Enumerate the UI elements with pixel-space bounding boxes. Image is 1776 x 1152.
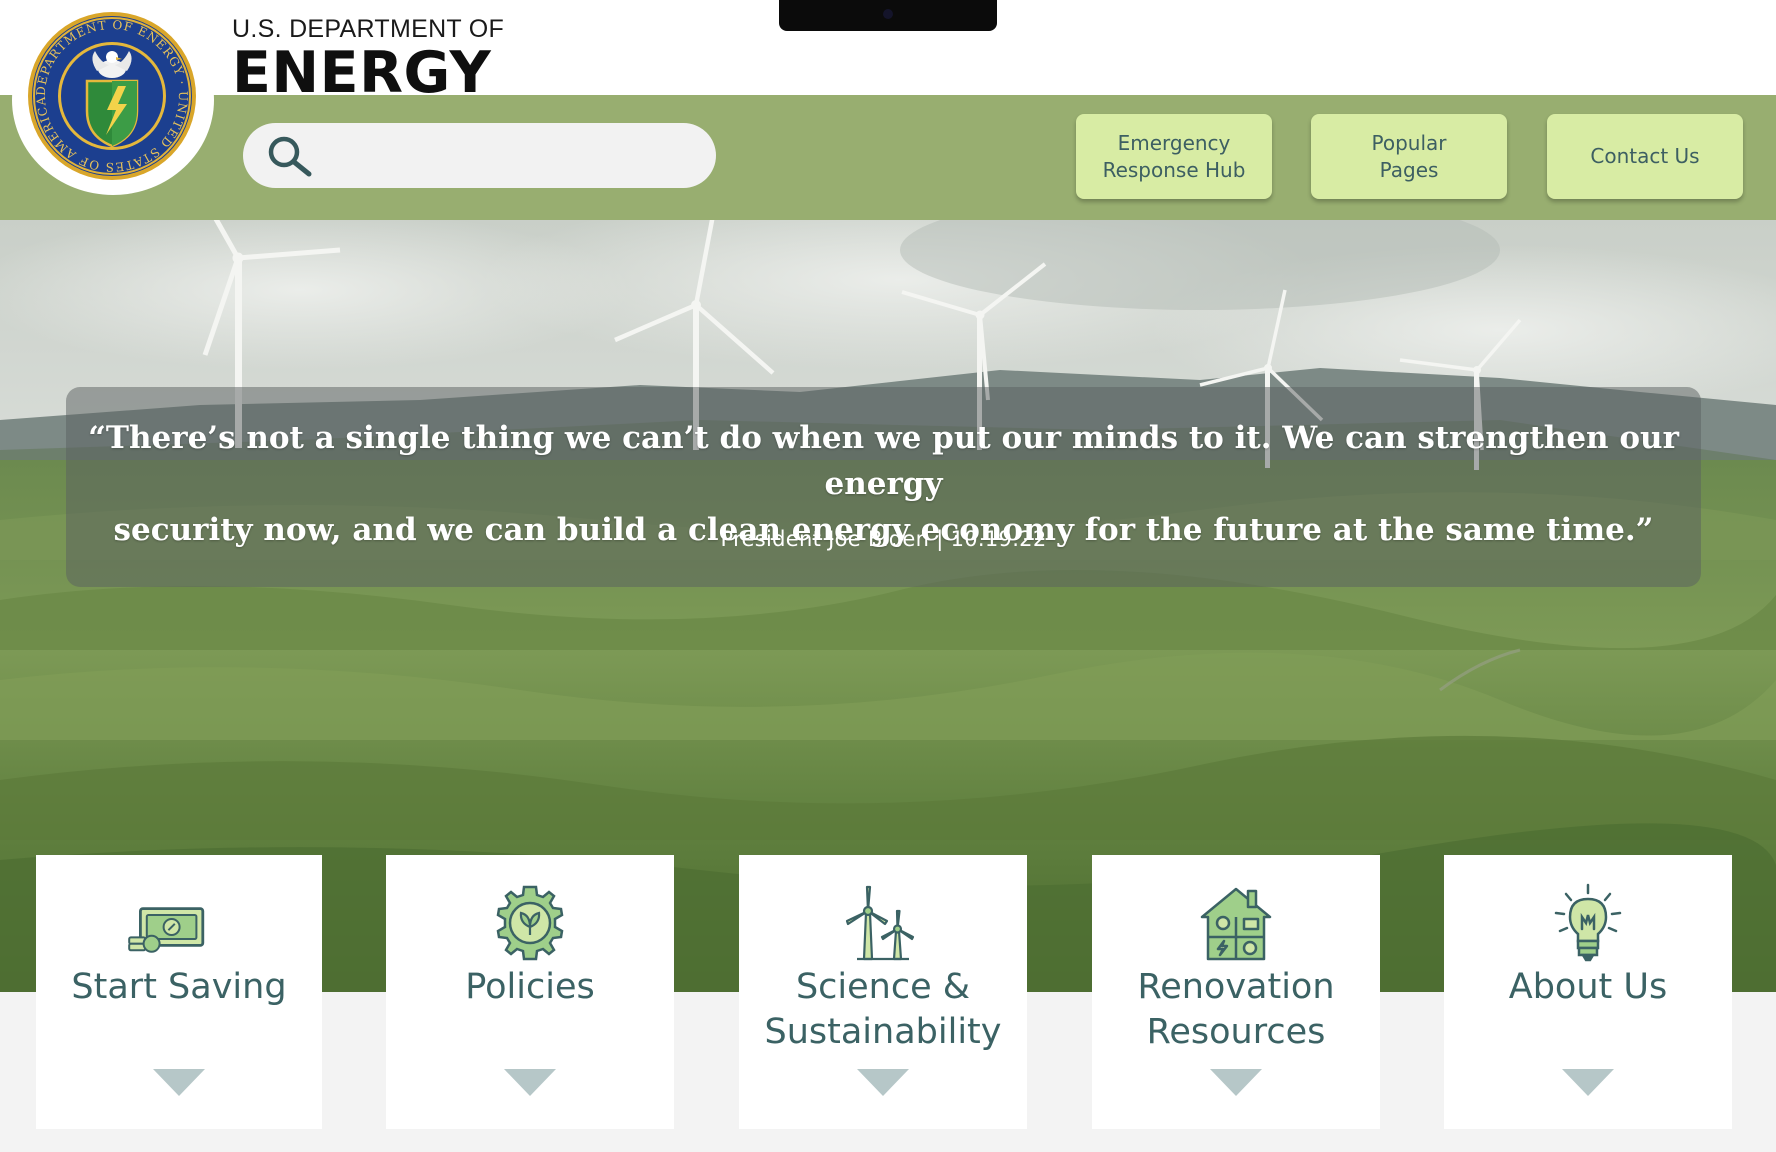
card-title: Start Saving bbox=[71, 967, 287, 1007]
brand-wordmark[interactable]: U.S. DEPARTMENT OF ENERGY bbox=[232, 14, 504, 102]
emergency-response-hub-button[interactable]: Emergency Response Hub bbox=[1076, 114, 1272, 199]
search-icon[interactable] bbox=[265, 135, 315, 177]
card-title-line-2: Sustainability bbox=[764, 1012, 1002, 1052]
popular-pages-button[interactable]: Popular Pages bbox=[1311, 114, 1507, 199]
search-input[interactable] bbox=[243, 123, 716, 188]
card-title-line-1: Science & bbox=[795, 967, 971, 1007]
chevron-down-icon[interactable] bbox=[504, 1069, 556, 1096]
contact-label: Contact Us bbox=[1590, 144, 1700, 168]
card-title-line-2: Resources bbox=[1146, 1012, 1326, 1052]
gear-leaf-icon bbox=[496, 885, 564, 961]
lightbulb-icon bbox=[1554, 883, 1622, 962]
chevron-down-icon[interactable] bbox=[1210, 1069, 1262, 1096]
card-science-sustainability[interactable]: Science & Sustainability bbox=[739, 855, 1027, 1129]
wind-turbine-icon bbox=[845, 885, 915, 961]
card-title-line-1: Renovation bbox=[1137, 967, 1335, 1007]
popular-label-line1: Popular bbox=[1371, 130, 1447, 155]
card-about-us[interactable]: About Us bbox=[1444, 855, 1732, 1129]
doe-seal-logo: DEPARTMENT OF ENERGY · UNITED STATES OF … bbox=[28, 12, 196, 180]
emergency-label-line1: Emergency bbox=[1117, 130, 1231, 155]
page: U.S. DEPARTMENT OF ENERGY Emergency Resp… bbox=[0, 0, 1776, 1152]
nav-bar: Emergency Response Hub Popular Pages Con… bbox=[0, 95, 1776, 220]
card-policies[interactable]: Policies bbox=[386, 855, 674, 1129]
contact-us-button[interactable]: Contact Us bbox=[1547, 114, 1743, 199]
device-notch bbox=[779, 0, 997, 31]
popular-label-line2: Pages bbox=[1379, 157, 1439, 182]
camera-dot bbox=[883, 9, 893, 19]
smart-house-icon bbox=[1200, 887, 1272, 961]
card-start-saving[interactable]: Start Saving bbox=[36, 855, 322, 1129]
chevron-down-icon[interactable] bbox=[857, 1069, 909, 1096]
quote-attribution: President Joe Biden | 10.19.22 bbox=[720, 527, 1047, 551]
card-renovation-resources[interactable]: Renovation Resources bbox=[1092, 855, 1380, 1129]
chevron-down-icon[interactable] bbox=[153, 1069, 205, 1096]
card-title: Policies bbox=[465, 967, 595, 1007]
card-title: Science & Sustainability bbox=[739, 965, 1027, 1055]
seal-container[interactable]: DEPARTMENT OF ENERGY · UNITED STATES OF … bbox=[12, 5, 214, 195]
chevron-down-icon[interactable] bbox=[1562, 1069, 1614, 1096]
card-title: About Us bbox=[1508, 967, 1668, 1007]
quote-panel: “There’s not a single thing we can’t do … bbox=[66, 387, 1701, 587]
quote-line-1: “There’s not a single thing we can’t do … bbox=[88, 420, 1679, 502]
agency-title: ENERGY bbox=[232, 40, 492, 106]
card-title: Renovation Resources bbox=[1092, 965, 1380, 1055]
top-bar: U.S. DEPARTMENT OF ENERGY bbox=[0, 0, 1776, 102]
money-icon bbox=[128, 907, 205, 953]
emergency-label-line2: Response Hub bbox=[1102, 157, 1246, 182]
